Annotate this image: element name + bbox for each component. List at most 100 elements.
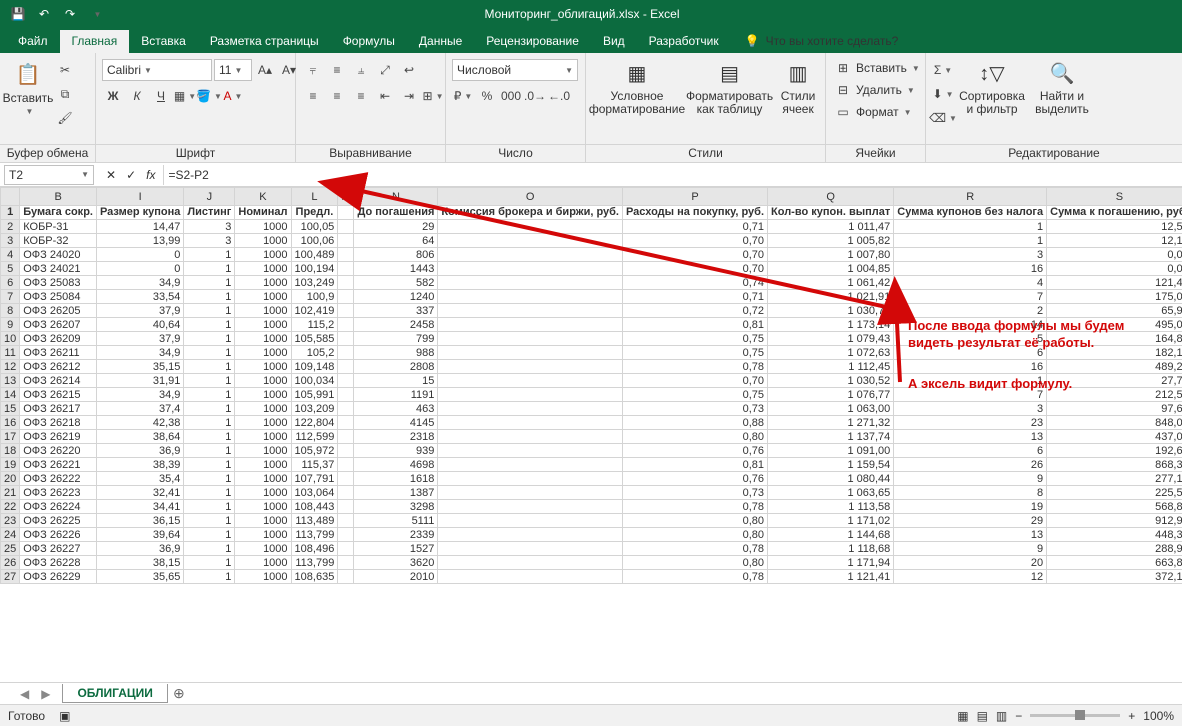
underline-button[interactable]: Ч [150, 85, 172, 107]
cell[interactable]: 1000 [235, 458, 291, 472]
cell[interactable]: 1000 [235, 430, 291, 444]
col-header[interactable]: J [184, 188, 235, 206]
cell[interactable]: 100,489 [291, 248, 338, 262]
add-sheet-icon[interactable]: ⊕ [168, 685, 190, 702]
cell[interactable]: 1 [184, 542, 235, 556]
cell[interactable]: 2010 [354, 570, 438, 584]
header-cell[interactable]: Сумма к погашению, руб. [1047, 206, 1182, 220]
cell[interactable]: 0,78 [622, 542, 767, 556]
row-header[interactable]: 10 [1, 332, 20, 346]
cell[interactable] [338, 346, 354, 360]
cell[interactable]: 105,2 [291, 346, 338, 360]
cell[interactable]: 1 [184, 528, 235, 542]
cell[interactable]: 1 091,00 [768, 444, 894, 458]
cell[interactable]: 0,71 [622, 290, 767, 304]
cell[interactable]: 15 [354, 374, 438, 388]
tab-data[interactable]: Данные [407, 30, 474, 53]
cell[interactable]: 1000 [235, 262, 291, 276]
col-header[interactable]: I [96, 188, 183, 206]
cell[interactable]: 1 [184, 430, 235, 444]
col-header[interactable]: N [354, 188, 438, 206]
cell[interactable]: ОФЗ 26207 [20, 318, 97, 332]
cell[interactable] [438, 360, 623, 374]
cell[interactable]: 489,29 [1047, 360, 1182, 374]
cell[interactable]: 103,064 [291, 486, 338, 500]
col-header[interactable]: K [235, 188, 291, 206]
row-header[interactable]: 22 [1, 500, 20, 514]
fill-icon[interactable]: ⬇▼ [932, 83, 954, 105]
cell[interactable]: 1 061,42 [768, 276, 894, 290]
cell[interactable]: 582 [354, 276, 438, 290]
cond-format-button[interactable]: ▦Условное форматирование [592, 55, 682, 121]
cell[interactable]: 13 [894, 430, 1047, 444]
cell[interactable]: 0,72 [622, 304, 767, 318]
font-color-icon[interactable]: A▼ [222, 85, 244, 107]
cell[interactable]: 0,73 [622, 402, 767, 416]
cell[interactable]: 23 [894, 416, 1047, 430]
cell[interactable]: 9 [894, 472, 1047, 486]
cell[interactable]: 29 [894, 514, 1047, 528]
cell[interactable]: 1000 [235, 500, 291, 514]
cell[interactable]: 97,61 [1047, 402, 1182, 416]
cell[interactable]: 13,99 [96, 234, 183, 248]
cell[interactable]: 0,80 [622, 430, 767, 444]
cell[interactable]: 1 [184, 570, 235, 584]
row-header[interactable]: 24 [1, 528, 20, 542]
comma-icon[interactable]: 000 [500, 85, 522, 107]
col-header[interactable]: O [438, 188, 623, 206]
cell[interactable]: 1 [184, 248, 235, 262]
cell[interactable] [438, 318, 623, 332]
align-top-icon[interactable]: ⫧ [302, 59, 324, 81]
header-cell[interactable]: Предл. [291, 206, 338, 220]
dec-dec-icon[interactable]: ←.0 [548, 85, 570, 107]
cell[interactable] [338, 570, 354, 584]
delete-cells-button[interactable]: Удалить [856, 83, 902, 97]
row-header[interactable]: 23 [1, 514, 20, 528]
cell[interactable]: ОФЗ 26224 [20, 500, 97, 514]
cell[interactable]: 37,4 [96, 402, 183, 416]
inc-dec-icon[interactable]: .0→ [524, 85, 546, 107]
cell[interactable]: 1000 [235, 290, 291, 304]
cell[interactable]: 38,39 [96, 458, 183, 472]
cancel-formula-icon[interactable]: ✕ [106, 168, 116, 182]
cell[interactable] [338, 472, 354, 486]
cell[interactable] [338, 500, 354, 514]
cell[interactable]: 1 005,82 [768, 234, 894, 248]
tab-layout[interactable]: Разметка страницы [198, 30, 331, 53]
cell[interactable]: 108,496 [291, 542, 338, 556]
cell[interactable]: 0,73 [622, 486, 767, 500]
cell[interactable] [338, 528, 354, 542]
row-header[interactable]: 12 [1, 360, 20, 374]
wrap-icon[interactable]: ↩ [398, 59, 420, 81]
cell[interactable] [338, 556, 354, 570]
cell[interactable]: 102,419 [291, 304, 338, 318]
cell[interactable]: 0,80 [622, 514, 767, 528]
tab-review[interactable]: Рецензирование [474, 30, 591, 53]
header-cell[interactable]: Сумма купонов без налога [894, 206, 1047, 220]
font-size-combo[interactable]: 11▼ [214, 59, 252, 81]
cell[interactable] [438, 304, 623, 318]
cell[interactable]: 12,59 [1047, 220, 1182, 234]
zoom-out-icon[interactable]: − [1015, 709, 1022, 723]
cell[interactable]: 1 [184, 402, 235, 416]
tab-formulas[interactable]: Формулы [331, 30, 407, 53]
tab-insert[interactable]: Вставка [129, 30, 198, 53]
tab-home[interactable]: Главная [60, 30, 130, 53]
cell[interactable] [438, 402, 623, 416]
cell[interactable]: 868,38 [1047, 458, 1182, 472]
align-bot-icon[interactable]: ⫨ [350, 59, 372, 81]
cell[interactable]: 1 030,74 [768, 304, 894, 318]
cell[interactable]: 0,78 [622, 570, 767, 584]
cell[interactable]: 1 [184, 514, 235, 528]
cell[interactable]: 0,78 [622, 500, 767, 514]
cell[interactable]: 1000 [235, 346, 291, 360]
cell[interactable]: 0,75 [622, 332, 767, 346]
cell[interactable]: 277,18 [1047, 472, 1182, 486]
cell[interactable]: КОБР-32 [20, 234, 97, 248]
redo-icon[interactable]: ↷ [58, 3, 82, 25]
cell[interactable]: 1000 [235, 276, 291, 290]
cell[interactable]: 1240 [354, 290, 438, 304]
cell[interactable] [438, 542, 623, 556]
cell[interactable]: 912,90 [1047, 514, 1182, 528]
qat-more-icon[interactable]: ▼ [84, 3, 108, 25]
